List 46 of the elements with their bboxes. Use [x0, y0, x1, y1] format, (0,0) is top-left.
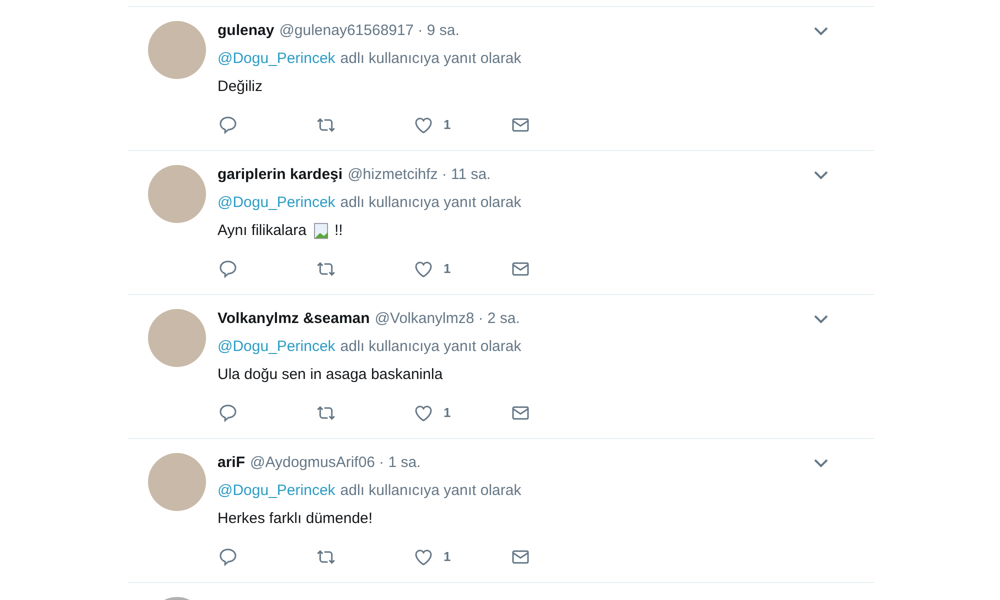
- tweet-text: Aynı filikalara: [218, 221, 306, 241]
- mention-link[interactable]: @Dogu_Perincek: [218, 481, 336, 501]
- retweet-icon[interactable]: [314, 115, 336, 135]
- user-name[interactable]: Volkanylmz &seaman: [218, 309, 370, 329]
- like-count: 1: [444, 260, 451, 278]
- reply-context: adlı kullanıcıya yanıt olarak: [340, 481, 522, 501]
- tweet-time[interactable]: · 1 sa.: [379, 453, 421, 473]
- user-handle[interactable]: @Volkanylmz8: [374, 309, 474, 329]
- user-handle[interactable]: @AydogmusArif06: [250, 453, 376, 473]
- tweet-text: Ula doğu sen in asaga baskaninla: [218, 365, 443, 385]
- heart-icon: [412, 259, 434, 279]
- reply-context: adlı kullanıcıya yanıt olarak: [340, 193, 522, 213]
- like-count: 1: [444, 404, 451, 422]
- like-count: 1: [444, 548, 451, 566]
- tweet-time[interactable]: · 11 sa.: [442, 165, 491, 185]
- retweet-icon[interactable]: [314, 259, 336, 279]
- tweet-text: !!: [334, 221, 343, 241]
- tweet-text: Herkes farklı dümende!: [218, 509, 373, 529]
- reply-context: adlı kullanıcıya yanıt olarak: [340, 337, 522, 357]
- user-name[interactable]: gariplerin kardeşi: [218, 165, 343, 185]
- reply-icon[interactable]: [218, 259, 238, 279]
- mention-link[interactable]: @Dogu_Perincek: [218, 337, 336, 357]
- tweet-time[interactable]: · 2 sa.: [478, 309, 520, 329]
- user-name[interactable]: gulenay: [218, 21, 274, 41]
- reply-context: adlı kullanıcıya yanıt olarak: [340, 49, 522, 69]
- user-name[interactable]: ariF: [218, 453, 246, 473]
- tweet-text: Değiliz: [218, 77, 263, 97]
- heart-icon: [412, 403, 434, 423]
- user-handle[interactable]: @gulenay61568917: [279, 21, 414, 41]
- retweet-icon[interactable]: [314, 547, 336, 567]
- user-handle[interactable]: @hizmetcihfz: [348, 165, 438, 185]
- chevron-down-icon[interactable]: [812, 314, 828, 324]
- chevron-down-icon[interactable]: [812, 170, 828, 180]
- heart-icon: [412, 547, 434, 567]
- mention-link[interactable]: @Dogu_Perincek: [218, 49, 336, 69]
- reply-icon[interactable]: [218, 403, 238, 423]
- chevron-down-icon[interactable]: [812, 26, 828, 36]
- like-count: 1: [444, 116, 451, 134]
- mention-link[interactable]: @Dogu_Perincek: [218, 193, 336, 213]
- tweet-time[interactable]: · 9 sa.: [418, 21, 460, 41]
- retweet-icon[interactable]: [314, 403, 336, 423]
- broken-image-icon: [314, 223, 330, 239]
- reply-icon[interactable]: [218, 547, 238, 567]
- chevron-down-icon[interactable]: [812, 458, 828, 468]
- heart-icon: [412, 115, 434, 135]
- reply-icon[interactable]: [218, 115, 238, 135]
